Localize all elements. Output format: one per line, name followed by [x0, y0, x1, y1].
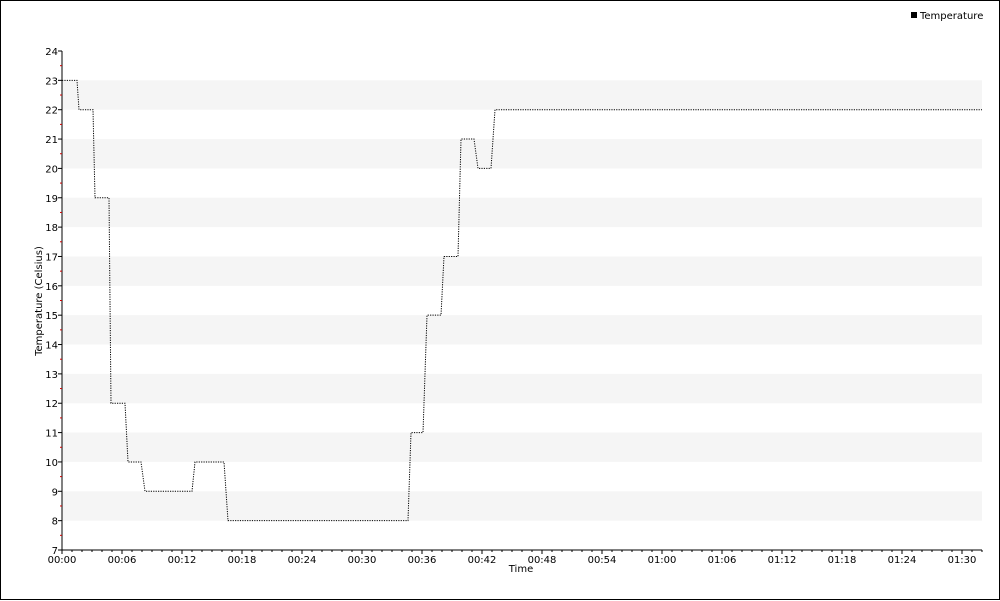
chart-frame: 7 8 9 10 11 12 13 14 15 16 17 18 19 20 21 22 23 24 00:00 0… — [0, 0, 1000, 600]
grid-band — [62, 80, 982, 110]
grid-band — [62, 491, 982, 521]
grid-band — [62, 139, 982, 169]
x-tick-label: 00:18 — [228, 555, 257, 566]
grid-bands — [62, 80, 982, 521]
y-tick-label: 17 — [45, 252, 58, 263]
y-tick-label: 15 — [45, 311, 58, 322]
x-tick-label: 00:12 — [168, 555, 197, 566]
x-tick-label: 01:30 — [948, 555, 977, 566]
grid-band — [62, 197, 982, 228]
x-tick-label: 00:54 — [588, 555, 617, 566]
legend-swatch — [911, 12, 917, 18]
y-tick-label: 22 — [45, 106, 58, 117]
x-tick-label: 01:00 — [648, 555, 677, 566]
x-tick-label: 00:24 — [288, 555, 317, 566]
x-tick-label: 00:36 — [408, 555, 437, 566]
grid-band — [62, 315, 982, 345]
x-tick-label: 01:06 — [708, 555, 737, 566]
x-tick-label: 00:42 — [468, 555, 497, 566]
x-axis-title: Time — [508, 564, 533, 575]
y-tick-label: 24 — [45, 47, 58, 58]
y-tick-label: 23 — [45, 76, 58, 87]
y-tick-label: 10 — [45, 458, 58, 469]
y-tick-label: 11 — [45, 429, 58, 440]
y-tick-label: 12 — [45, 399, 58, 410]
line-chart: 789101112131415161718192021222324 00:00 0… — [34, 11, 983, 575]
y-tick-label: 9 — [52, 487, 58, 498]
y-tick-label: 18 — [45, 223, 58, 234]
y-axis-title: Temperature (Celsius) — [34, 246, 45, 357]
y-tick-label: 21 — [45, 135, 58, 146]
x-tick-label: 01:12 — [768, 555, 797, 566]
x-tick-label: 00:30 — [348, 555, 377, 566]
y-tick-label: 19 — [45, 194, 58, 205]
y-axis-ticks: 789101112131415161718192021222324 — [45, 47, 62, 557]
y-tick-label: 20 — [45, 164, 58, 175]
y-tick-label: 14 — [45, 341, 58, 352]
axes — [61, 51, 982, 551]
x-tick-label: 00:06 — [108, 555, 137, 566]
x-tick-label: 01:24 — [888, 555, 917, 566]
grid-band — [62, 256, 982, 286]
y-tick-label: 16 — [45, 282, 58, 293]
legend: Temperature — [911, 11, 983, 22]
y-tick-label: 8 — [52, 517, 58, 528]
x-tick-label: 00:00 — [48, 555, 77, 566]
grid-band — [62, 432, 982, 462]
grid-band — [62, 373, 982, 404]
x-tick-label: 01:18 — [828, 555, 857, 566]
legend-label: Temperature — [919, 11, 983, 22]
y-tick-label: 13 — [45, 370, 58, 381]
